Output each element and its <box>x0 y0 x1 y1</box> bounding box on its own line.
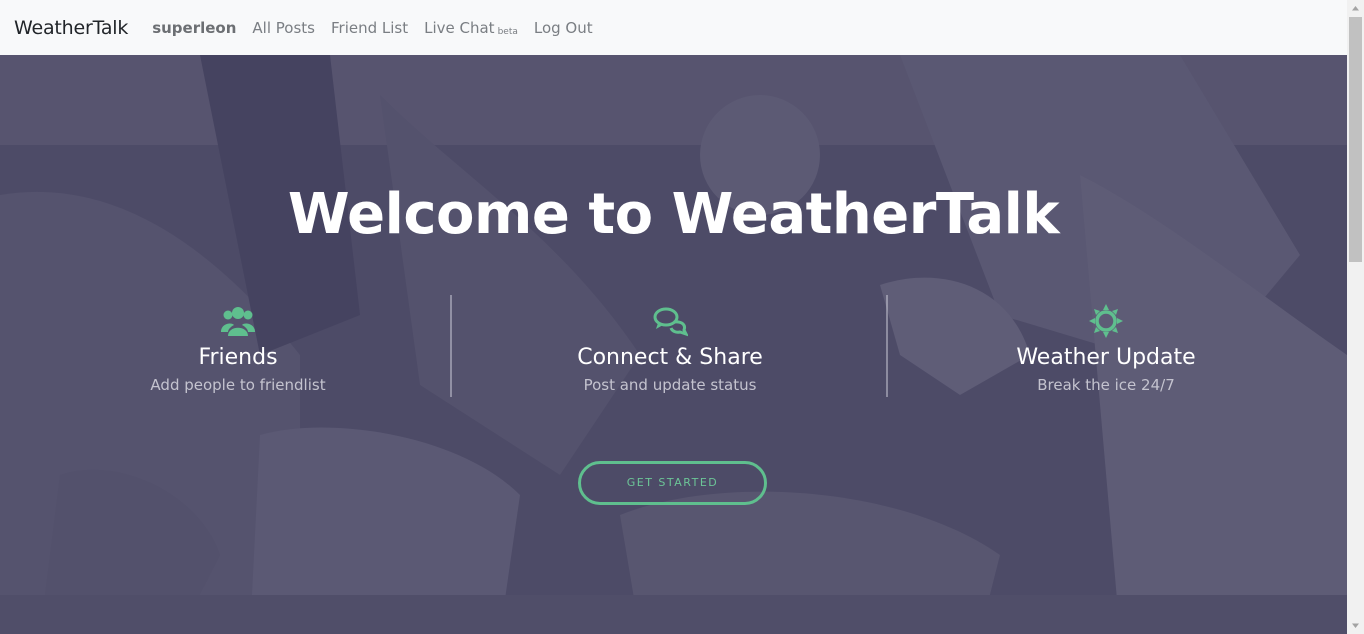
sun-icon <box>1089 304 1123 338</box>
nav-all-posts[interactable]: All Posts <box>252 19 315 37</box>
get-started-button[interactable]: GET STARTED <box>578 461 767 505</box>
feature-weather-update: Weather Update Break the ice 24/7 <box>888 295 1324 397</box>
feature-friends: Friends Add people to friendlist <box>20 295 456 397</box>
feature-weather-subtitle: Break the ice 24/7 <box>1037 376 1175 394</box>
chat-bubbles-icon <box>653 307 688 337</box>
nav-username[interactable]: superleon <box>152 19 236 37</box>
scrollbar-thumb[interactable] <box>1349 17 1362 262</box>
hero-headline: Welcome to WeatherTalk <box>287 182 1060 247</box>
feature-connect-share: Connect & Share Post and update status <box>452 295 888 397</box>
feature-connect-subtitle: Post and update status <box>583 376 757 394</box>
feature-weather-title: Weather Update <box>1016 345 1196 370</box>
top-navbar: WeatherTalk superleon All Posts Friend L… <box>0 0 1347 55</box>
page-scrollbar[interactable] <box>1347 0 1364 634</box>
nav-live-chat-label: Live Chat <box>424 18 495 37</box>
feature-friends-title: Friends <box>198 345 278 370</box>
hero-section: Welcome to WeatherTalk Friends Add peopl… <box>0 55 1347 634</box>
users-icon <box>221 307 255 336</box>
beta-badge: beta <box>497 26 518 37</box>
nav-live-chat[interactable]: Live Chat beta <box>424 19 518 37</box>
nav-friend-list[interactable]: Friend List <box>331 19 408 37</box>
brand-logo[interactable]: WeatherTalk <box>14 17 128 39</box>
nav-log-out[interactable]: Log Out <box>534 19 593 37</box>
feature-connect-title: Connect & Share <box>577 345 763 370</box>
scroll-up-arrow-icon[interactable] <box>1347 0 1364 17</box>
feature-friends-subtitle: Add people to friendlist <box>150 376 326 394</box>
scroll-down-arrow-icon[interactable] <box>1347 617 1364 634</box>
